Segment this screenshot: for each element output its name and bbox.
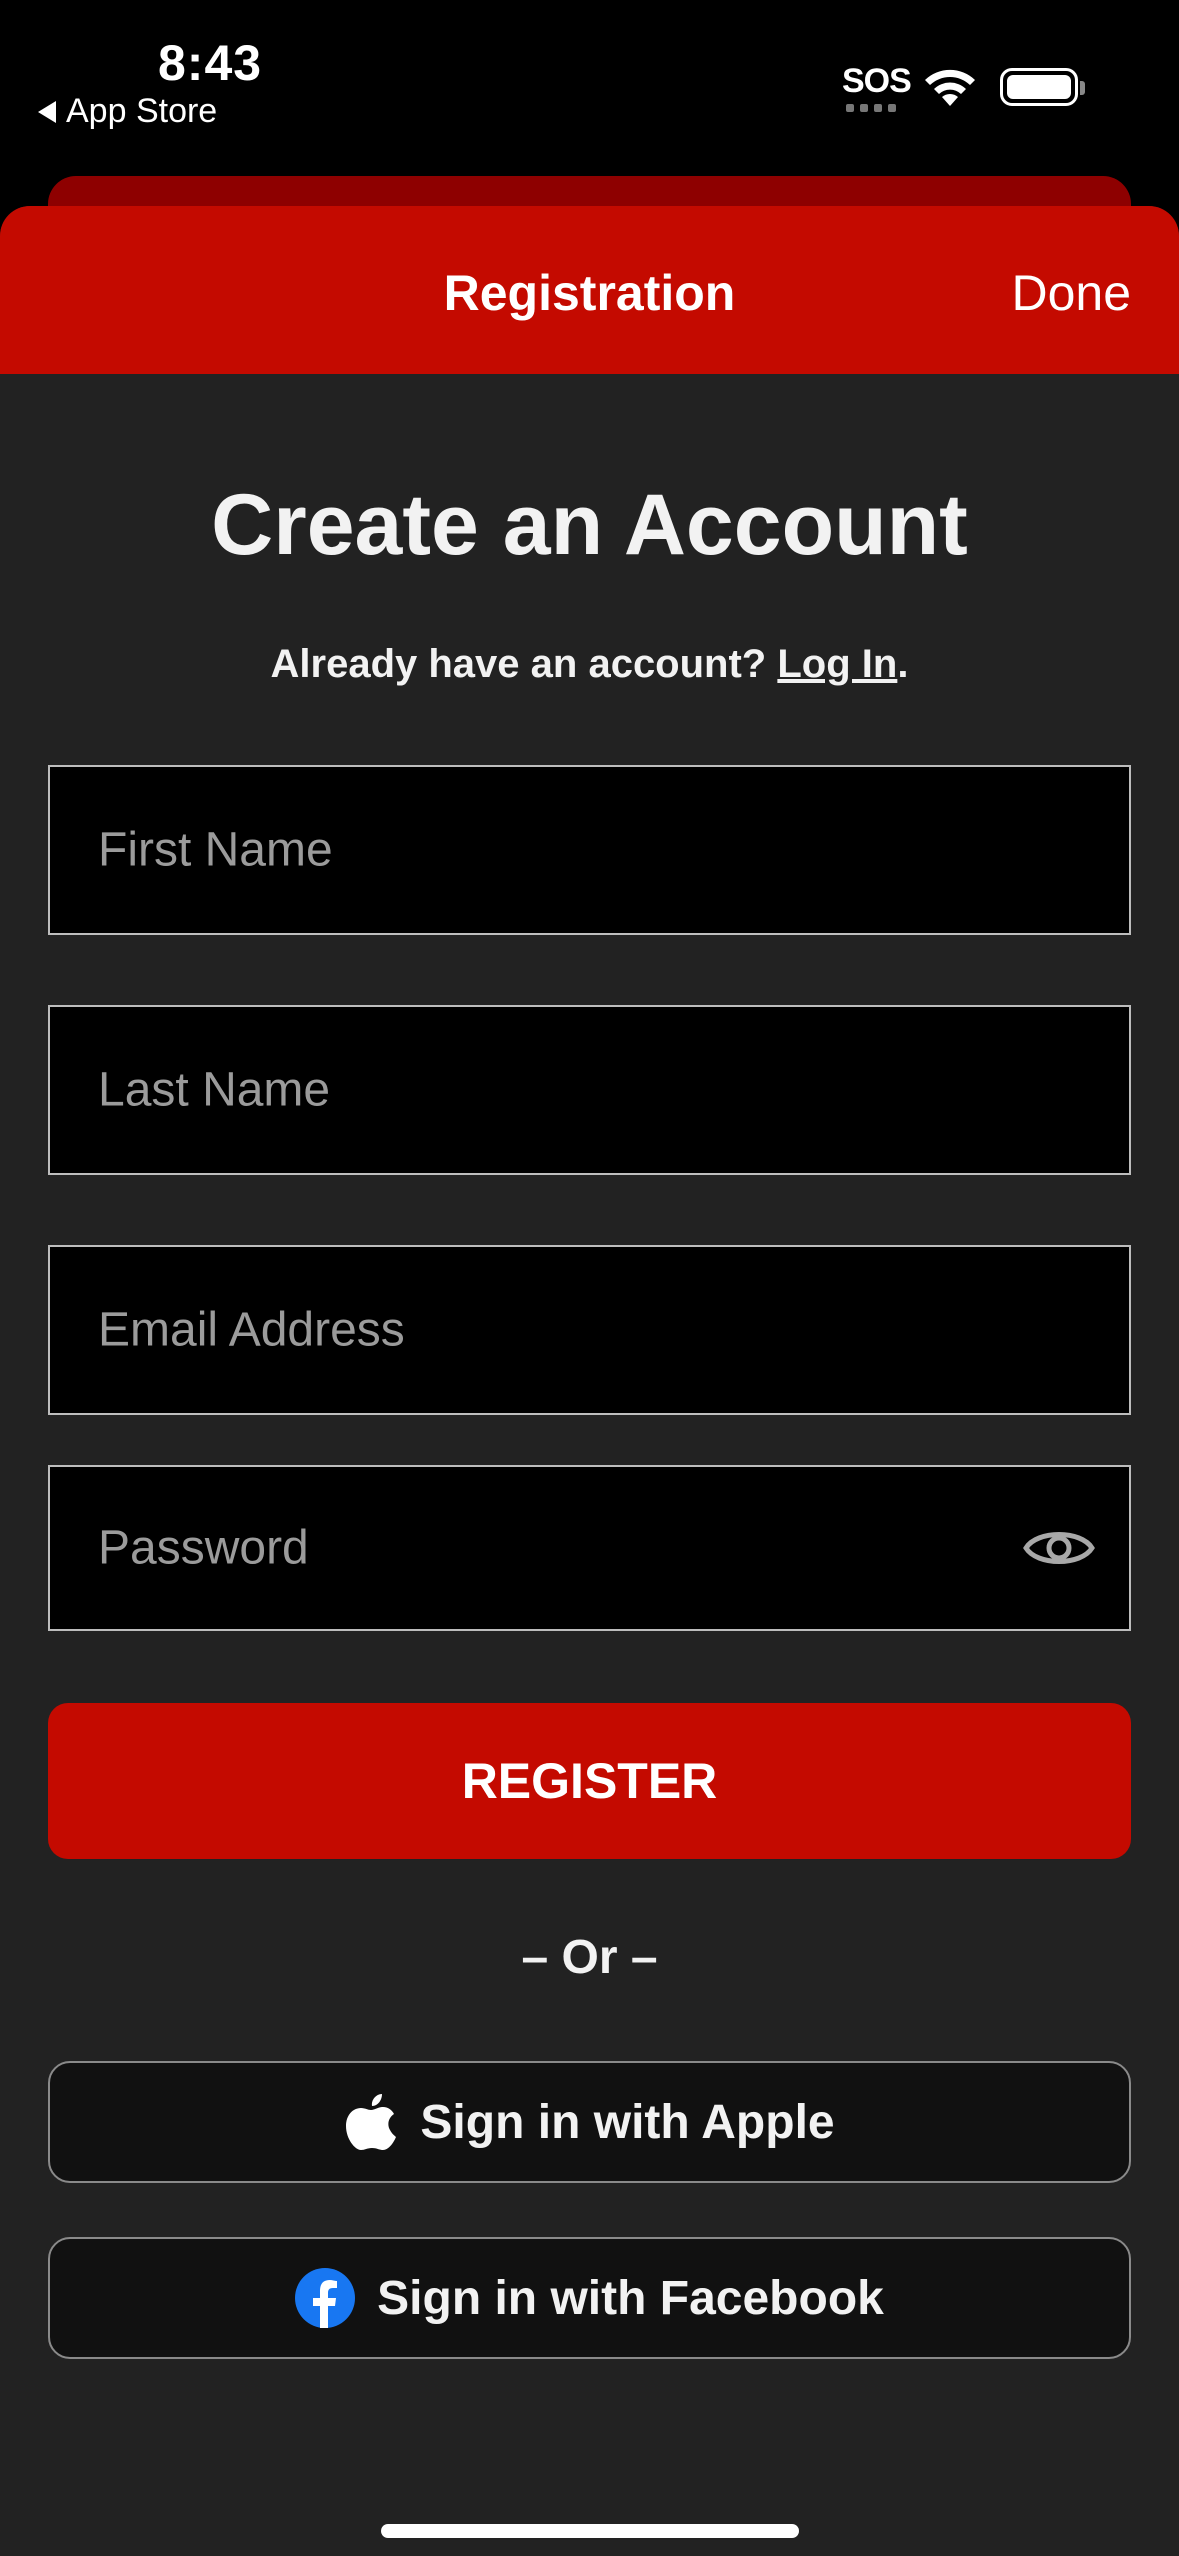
nav-bar: Registration Done — [0, 206, 1179, 374]
cellular-dots — [846, 104, 896, 112]
apple-icon — [346, 2094, 397, 2150]
page-title: Create an Account — [211, 477, 968, 573]
last-name-placeholder: Last Name — [98, 1063, 331, 1117]
sign-in-apple-button[interactable]: Sign in with Apple — [48, 2061, 1131, 2183]
wifi-icon — [925, 69, 975, 106]
sign-in-apple-label: Sign in with Apple — [420, 2095, 835, 2149]
nav-title: Registration — [443, 265, 736, 321]
first-name-placeholder: First Name — [98, 823, 333, 877]
login-prompt: Already have an account? Log In. — [0, 642, 1179, 687]
email-placeholder: Email Address — [98, 1303, 405, 1357]
back-app-label: App Store — [66, 92, 218, 130]
register-button[interactable]: REGISTER — [48, 1703, 1131, 1859]
status-time: 8:43 — [158, 35, 263, 91]
eye-icon[interactable] — [1023, 1524, 1095, 1572]
done-button[interactable]: Done — [1011, 264, 1131, 322]
sign-in-facebook-button[interactable]: Sign in with Facebook — [48, 2237, 1131, 2359]
first-name-field[interactable]: First Name — [48, 765, 1131, 935]
or-divider: – Or – — [521, 1931, 658, 1984]
registration-sheet: Registration Done Create an Account Alre… — [0, 206, 1179, 2556]
status-bar: 8:43 App Store SOS — [0, 0, 1179, 170]
login-prompt-text: Already have an account? — [270, 642, 767, 686]
email-field[interactable]: Email Address — [48, 1245, 1131, 1415]
login-link[interactable]: Log In — [777, 642, 897, 686]
sos-indicator: SOS — [842, 62, 912, 100]
back-triangle-icon — [38, 100, 56, 123]
password-placeholder: Password — [98, 1521, 309, 1575]
facebook-icon — [295, 2268, 356, 2328]
last-name-field[interactable]: Last Name — [48, 1005, 1131, 1175]
battery-icon — [1000, 68, 1085, 106]
password-field[interactable]: Password — [48, 1465, 1131, 1631]
home-indicator[interactable] — [381, 2524, 799, 2538]
sign-in-facebook-label: Sign in with Facebook — [377, 2271, 884, 2325]
back-to-app-store[interactable]: App Store — [38, 92, 217, 131]
login-suffix: . — [897, 642, 909, 686]
